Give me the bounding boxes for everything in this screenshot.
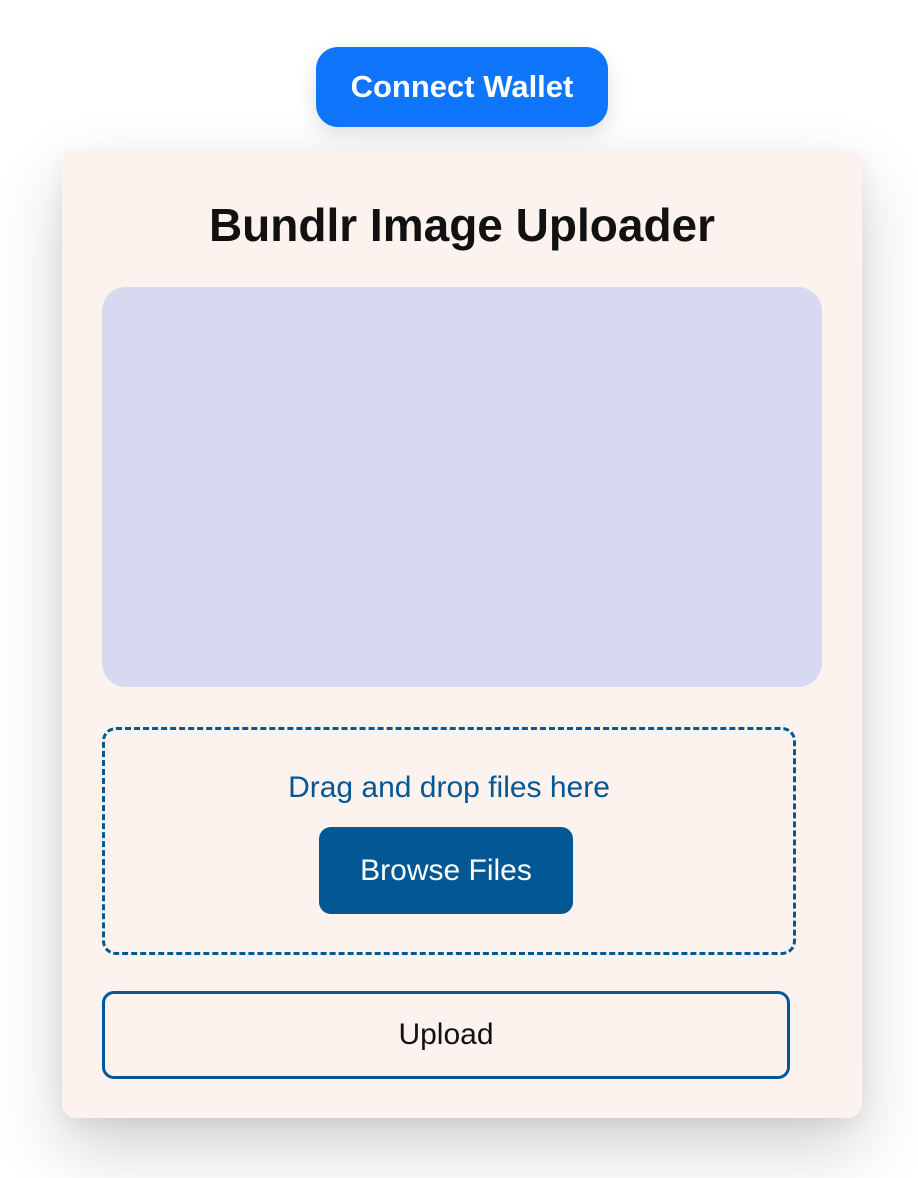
file-dropzone[interactable]: Drag and drop files here Browse Files [102, 727, 796, 955]
page-title: Bundlr Image Uploader [208, 199, 716, 251]
browse-files-button[interactable]: Browse Files [319, 827, 573, 914]
upload-button[interactable]: Upload [102, 991, 790, 1079]
connect-wallet-button[interactable]: Connect Wallet [316, 47, 608, 127]
image-preview [102, 287, 822, 687]
dropzone-text: Drag and drop files here [288, 771, 610, 804]
uploader-card: Bundlr Image Uploader Drag and drop file… [62, 151, 862, 1118]
